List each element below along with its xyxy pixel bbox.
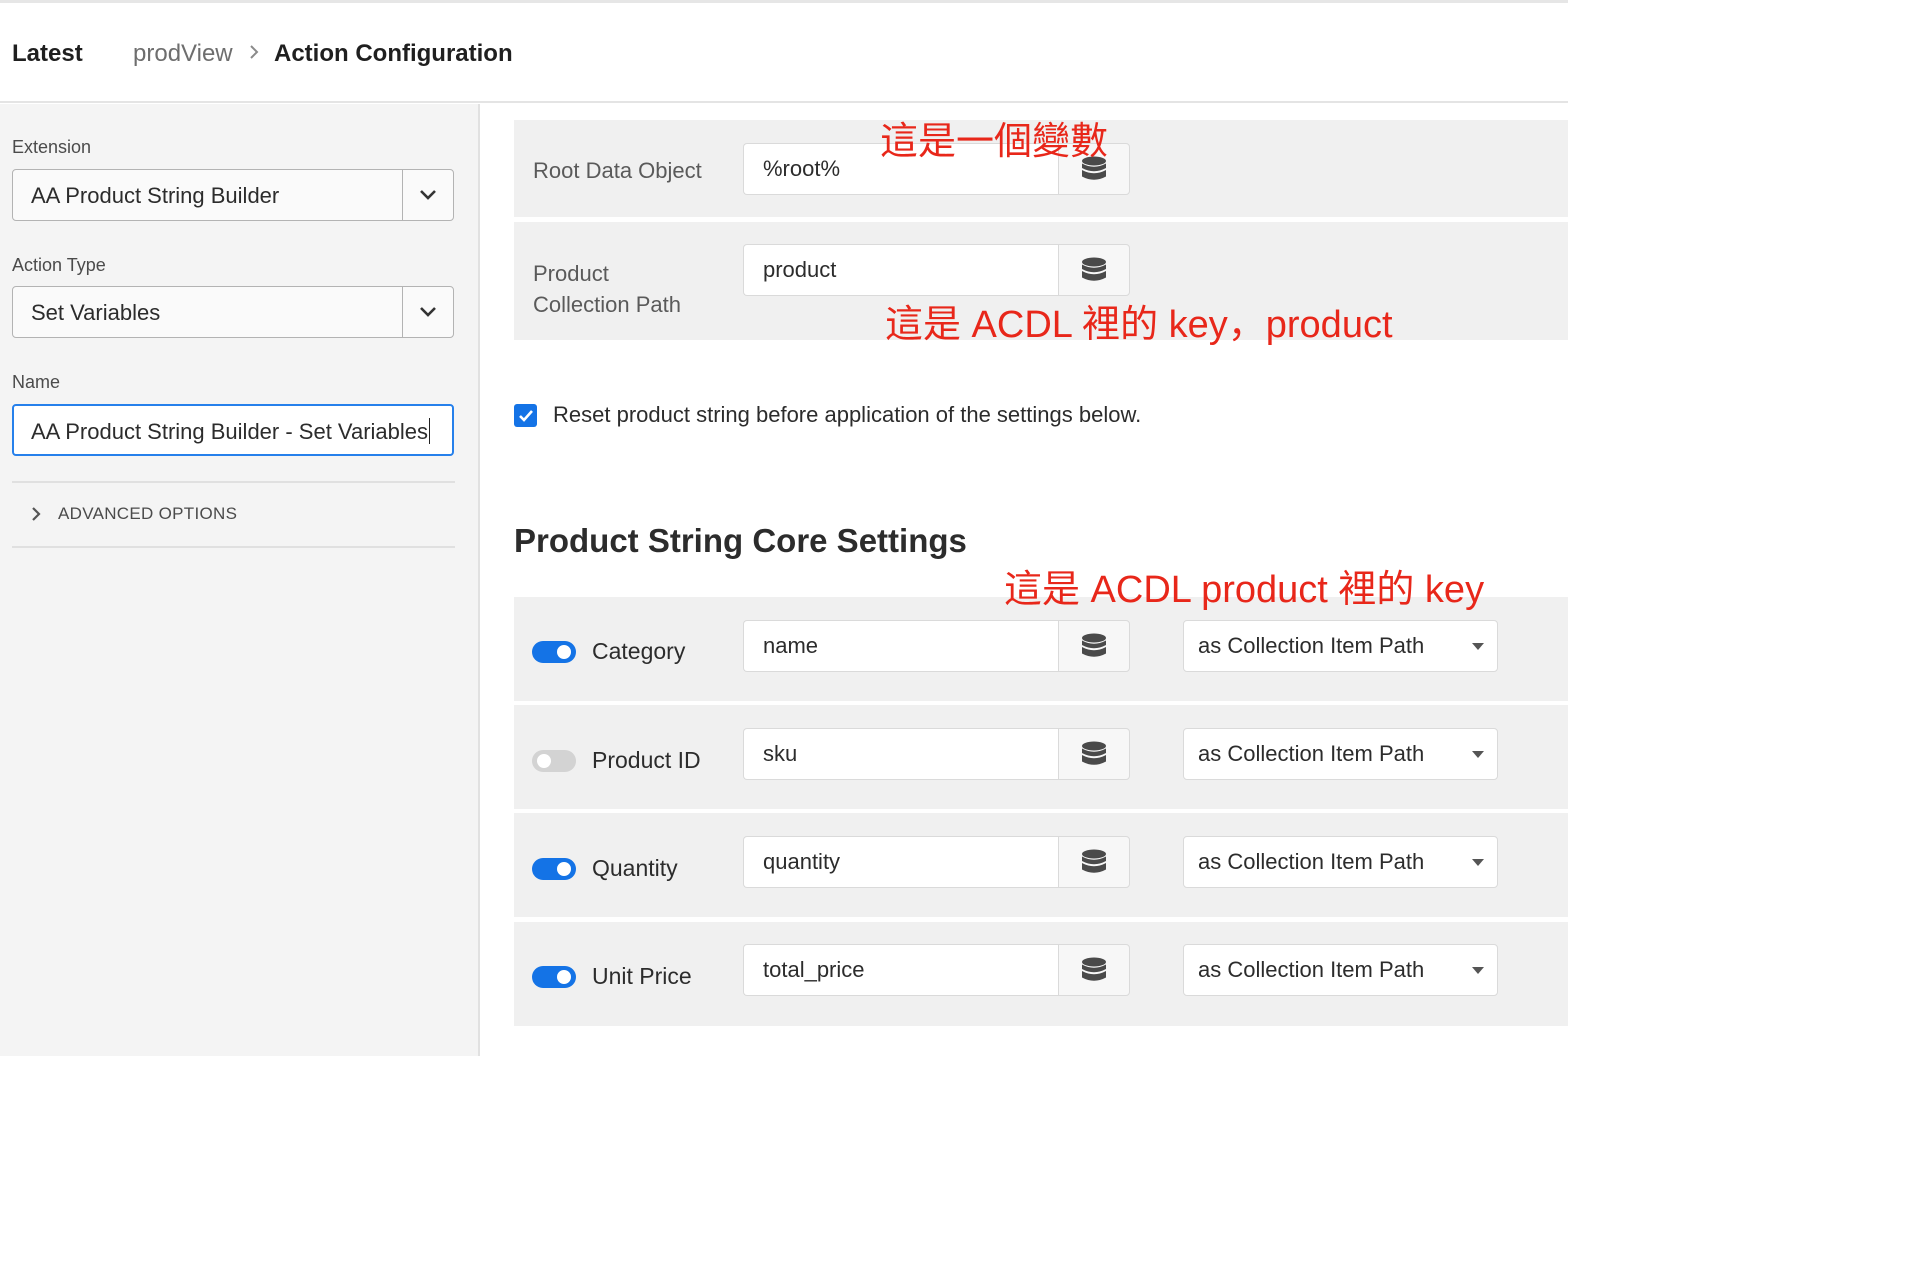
product-collection-path-field: product <box>743 244 1130 296</box>
action-type-dropdown-button[interactable] <box>402 287 453 337</box>
product-id-value: sku <box>763 741 798 766</box>
action-type-value: Set Variables <box>31 300 161 325</box>
product-id-mode-dropdown[interactable]: as Collection Item Path <box>1183 728 1498 780</box>
product-id-field: sku <box>743 728 1130 780</box>
product-id-label: Product ID <box>592 747 701 773</box>
data-element-button[interactable] <box>1058 244 1130 296</box>
data-element-button[interactable] <box>1058 728 1130 780</box>
annotation-acdl-product-key: 這是 ACDL product 裡的 key <box>1004 569 1485 611</box>
product-id-mode-value: as Collection Item Path <box>1198 741 1425 766</box>
quantity-value: quantity <box>763 849 841 874</box>
name-value: AA Product String Builder - Set Variable… <box>31 419 429 444</box>
name-label: Name <box>12 372 61 392</box>
category-label: Category <box>592 638 686 664</box>
action-type-select[interactable]: Set Variables <box>12 286 454 338</box>
category-mode-dropdown[interactable]: as Collection Item Path <box>1183 620 1498 672</box>
chevron-right-icon <box>32 507 41 521</box>
name-input[interactable]: AA Product String Builder - Set Variable… <box>12 404 454 456</box>
latest-label[interactable]: Latest <box>12 40 83 68</box>
text-caret <box>429 418 431 444</box>
quantity-label: Quantity <box>592 855 678 881</box>
product-collection-path-value: product <box>763 257 837 282</box>
annotation-variable: 這是一個變數 <box>880 121 1109 163</box>
reset-product-string-label: Reset product string before application … <box>553 402 1142 427</box>
advanced-options-toggle[interactable]: ADVANCED OPTIONS <box>30 502 237 526</box>
unit-price-field: total_price <box>743 944 1130 996</box>
extension-value: AA Product String Builder <box>31 183 280 208</box>
annotation-acdl-key: 這是 ACDL 裡的 key，product <box>885 304 1393 346</box>
data-element-button[interactable] <box>1058 836 1130 888</box>
caret-down-icon <box>1472 643 1484 650</box>
extension-select[interactable]: AA Product String Builder <box>12 169 454 221</box>
database-icon <box>1082 849 1106 873</box>
unit-price-value: total_price <box>763 957 865 982</box>
unit-price-mode-value: as Collection Item Path <box>1198 957 1425 982</box>
quantity-toggle[interactable] <box>532 858 576 880</box>
extension-label: Extension <box>12 137 92 157</box>
product-collection-path-label: Product Collection Path <box>533 261 681 317</box>
database-icon <box>1082 633 1106 657</box>
chevron-down-icon <box>420 190 436 200</box>
caret-down-icon <box>1472 751 1484 758</box>
divider <box>12 481 455 483</box>
setting-row-quantity: Quantity quantity as Collection Item Pat… <box>514 813 1568 917</box>
category-toggle[interactable] <box>532 641 576 663</box>
database-icon <box>1082 741 1106 765</box>
category-field: name <box>743 620 1130 672</box>
unit-price-label: Unit Price <box>592 963 692 989</box>
database-icon <box>1082 957 1106 981</box>
product-collection-path-input[interactable]: product <box>743 244 1058 296</box>
action-type-label: Action Type <box>12 255 106 275</box>
root-data-object-value: %root% <box>763 156 841 181</box>
quantity-input[interactable]: quantity <box>743 836 1058 888</box>
quantity-field: quantity <box>743 836 1130 888</box>
extension-dropdown-button[interactable] <box>402 170 453 220</box>
category-input[interactable]: name <box>743 620 1058 672</box>
unit-price-mode-dropdown[interactable]: as Collection Item Path <box>1183 944 1498 996</box>
quantity-mode-dropdown[interactable]: as Collection Item Path <box>1183 836 1498 888</box>
setting-row-unit-price: Unit Price total_price as Collection Ite… <box>514 922 1568 1026</box>
category-value: name <box>763 633 819 658</box>
caret-down-icon <box>1472 967 1484 974</box>
unit-price-input[interactable]: total_price <box>743 944 1058 996</box>
product-id-input[interactable]: sku <box>743 728 1058 780</box>
advanced-options-label: ADVANCED OPTIONS <box>58 504 238 523</box>
breadcrumb-prodview[interactable]: prodView <box>133 40 233 68</box>
page-header: Latest prodView Action Configuration <box>0 3 1568 103</box>
data-element-button[interactable] <box>1058 620 1130 672</box>
quantity-mode-value: as Collection Item Path <box>1198 849 1425 874</box>
divider <box>12 546 455 548</box>
reset-product-string-checkbox[interactable] <box>514 404 537 427</box>
checkmark-icon <box>518 409 533 422</box>
product-id-toggle[interactable] <box>532 750 576 772</box>
root-data-object-label: Root Data Object <box>533 158 702 183</box>
unit-price-toggle[interactable] <box>532 966 576 988</box>
chevron-down-icon <box>420 307 436 317</box>
breadcrumb-chevron-icon <box>248 41 260 67</box>
database-icon <box>1082 257 1106 281</box>
section-title: Product String Core Settings <box>514 522 967 559</box>
category-mode-value: as Collection Item Path <box>1198 633 1425 658</box>
data-element-button[interactable] <box>1058 944 1130 996</box>
caret-down-icon <box>1472 859 1484 866</box>
setting-row-product-id: Product ID sku as Collection Item Path <box>514 705 1568 809</box>
page-title: Action Configuration <box>274 40 513 67</box>
sidebar: Extension AA Product String Builder Acti… <box>0 104 480 1056</box>
